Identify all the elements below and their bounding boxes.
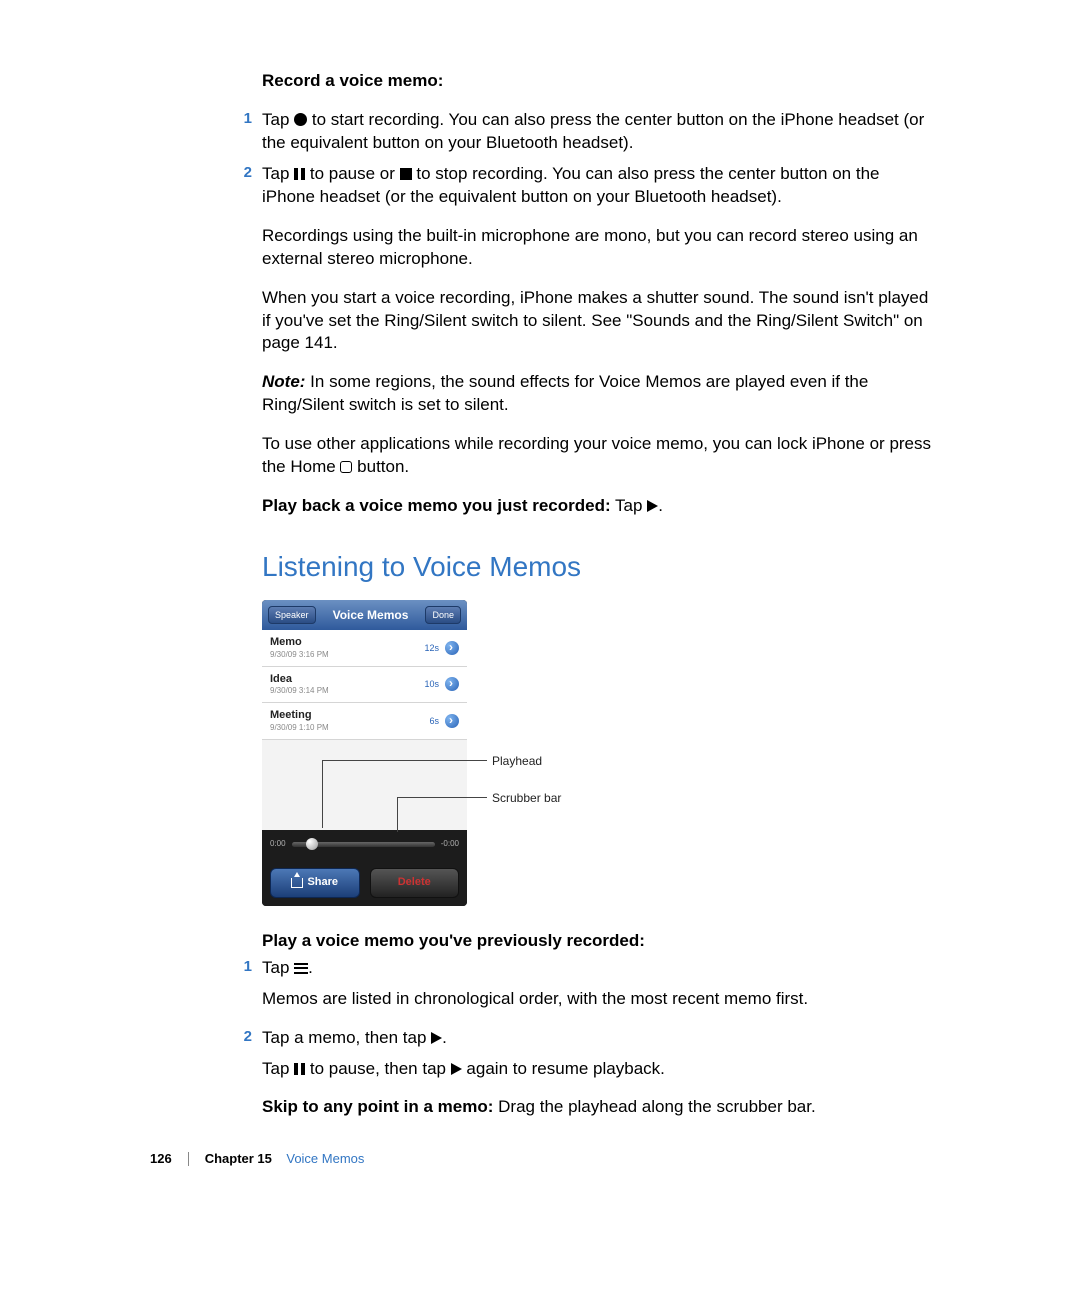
list-icon	[294, 963, 308, 974]
step-text: Tap .	[262, 957, 313, 980]
chapter-label: Chapter 15	[205, 1151, 272, 1166]
memo-duration: 12s	[424, 642, 439, 654]
step-number: 1	[234, 109, 252, 155]
playhead-callout: Playhead	[492, 753, 542, 769]
pause-icon	[294, 1063, 305, 1075]
callout-line	[397, 797, 398, 832]
chapter-name: Voice Memos	[286, 1151, 364, 1166]
text: to pause, then tap	[305, 1059, 451, 1078]
step-number: 1	[234, 957, 252, 980]
text: .	[442, 1028, 447, 1047]
memo-title: Idea	[270, 672, 329, 687]
memo-row[interactable]: Memo 9/30/09 3:16 PM 12s	[262, 630, 467, 667]
memo-row[interactable]: Meeting 9/30/09 1:10 PM 6s	[262, 703, 467, 740]
record-icon	[294, 113, 307, 126]
skip-body: Drag the playhead along the scrubber bar…	[493, 1097, 815, 1116]
step-text: Tap a memo, then tap .	[262, 1027, 447, 1050]
playback-body: Tap	[611, 496, 648, 515]
scrubber-zone: 0:00 -0:00	[262, 830, 467, 860]
callout-line	[397, 797, 487, 798]
button-row: Share Delete	[262, 860, 467, 906]
delete-button[interactable]: Delete	[370, 868, 460, 898]
pause-icon	[294, 168, 305, 180]
phone-mock: Speaker Voice Memos Done Memo 9/30/09 3:…	[262, 600, 467, 906]
text: again to resume playback.	[462, 1059, 665, 1078]
scrubber-bar[interactable]	[292, 842, 435, 847]
page-number: 126	[150, 1150, 172, 1168]
text: button.	[352, 457, 409, 476]
text: Tap	[262, 164, 294, 183]
text: .	[658, 496, 663, 515]
stop-icon	[400, 168, 412, 180]
memo-duration: 6s	[429, 715, 439, 727]
resume-line: Tap to pause, then tap again to resume p…	[262, 1058, 932, 1081]
share-button[interactable]: Share	[270, 868, 360, 898]
step-1b: 1 Tap .	[262, 957, 932, 980]
memo-timestamp: 9/30/09 3:14 PM	[270, 686, 329, 697]
step-number: 2	[234, 163, 252, 209]
chevron-icon[interactable]	[445, 677, 459, 691]
step-number: 2	[234, 1027, 252, 1050]
chevron-icon[interactable]	[445, 641, 459, 655]
text: Tap a memo, then tap	[262, 1028, 431, 1047]
memo-timestamp: 9/30/09 3:16 PM	[270, 650, 329, 661]
time-remaining: -0:00	[441, 839, 459, 850]
page: Record a voice memo: 1 Tap to start reco…	[0, 0, 1080, 1296]
share-label: Share	[307, 875, 338, 890]
scrubber-callout: Scrubber bar	[492, 790, 561, 806]
blank-area	[262, 740, 467, 830]
time-elapsed: 0:00	[270, 839, 286, 850]
playback-label: Play back a voice memo you just recorded…	[262, 496, 611, 515]
body-column: Record a voice memo: 1 Tap to start reco…	[262, 70, 932, 1119]
note-paragraph: Note: In some regions, the sound effects…	[262, 371, 932, 417]
record-title: Record a voice memo:	[262, 70, 932, 93]
paragraph-other-apps: To use other applications while recordin…	[262, 433, 932, 479]
chapter-block: Chapter 15 Voice Memos	[205, 1150, 365, 1168]
paragraph-mono: Recordings using the built-in microphone…	[262, 225, 932, 271]
step-1: 1 Tap to start recording. You can also p…	[262, 109, 932, 155]
chrono-note: Memos are listed in chronological order,…	[262, 988, 932, 1011]
memo-list: Memo 9/30/09 3:16 PM 12s Idea 9/30/09 3:…	[262, 630, 467, 740]
text: Tap	[262, 1059, 294, 1078]
play-icon	[647, 500, 658, 512]
text: .	[308, 958, 313, 977]
callout-line	[322, 760, 487, 761]
phone-header: Speaker Voice Memos Done	[262, 600, 467, 630]
playhead[interactable]	[306, 838, 318, 850]
footer-divider	[188, 1152, 189, 1166]
memo-duration: 10s	[424, 678, 439, 690]
paragraph-shutter: When you start a voice recording, iPhone…	[262, 287, 932, 356]
play-icon	[431, 1032, 442, 1044]
play-icon	[451, 1063, 462, 1075]
memo-timestamp: 9/30/09 1:10 PM	[270, 723, 329, 734]
done-button[interactable]: Done	[425, 606, 461, 624]
skip-line: Skip to any point in a memo: Drag the pl…	[262, 1096, 932, 1119]
memo-row[interactable]: Idea 9/30/09 3:14 PM 10s	[262, 667, 467, 704]
note-body: In some regions, the sound effects for V…	[262, 372, 868, 414]
callout-line	[322, 760, 323, 828]
memo-title: Meeting	[270, 708, 329, 723]
text: Tap	[262, 110, 294, 129]
chevron-icon[interactable]	[445, 714, 459, 728]
step-text: Tap to start recording. You can also pre…	[262, 109, 932, 155]
footer: 126 Chapter 15 Voice Memos	[150, 1150, 364, 1168]
memo-title: Memo	[270, 635, 329, 650]
speaker-button[interactable]: Speaker	[268, 606, 316, 624]
home-icon	[340, 461, 352, 473]
screenshot-area: Speaker Voice Memos Done Memo 9/30/09 3:…	[262, 600, 602, 906]
skip-label: Skip to any point in a memo:	[262, 1097, 493, 1116]
phone-title: Voice Memos	[333, 607, 409, 623]
step-2: 2 Tap to pause or to stop recording. You…	[262, 163, 932, 209]
delete-label: Delete	[398, 875, 431, 890]
text: to start recording. You can also press t…	[262, 110, 924, 152]
text: Tap	[262, 958, 294, 977]
step-2b: 2 Tap a memo, then tap .	[262, 1027, 932, 1050]
play-prev-title: Play a voice memo you've previously reco…	[262, 930, 932, 953]
note-label: Note:	[262, 372, 305, 391]
playback-instruction: Play back a voice memo you just recorded…	[262, 495, 932, 518]
share-icon	[291, 878, 303, 888]
listening-heading: Listening to Voice Memos	[262, 548, 932, 586]
step-text: Tap to pause or to stop recording. You c…	[262, 163, 932, 209]
text: to pause or	[305, 164, 400, 183]
